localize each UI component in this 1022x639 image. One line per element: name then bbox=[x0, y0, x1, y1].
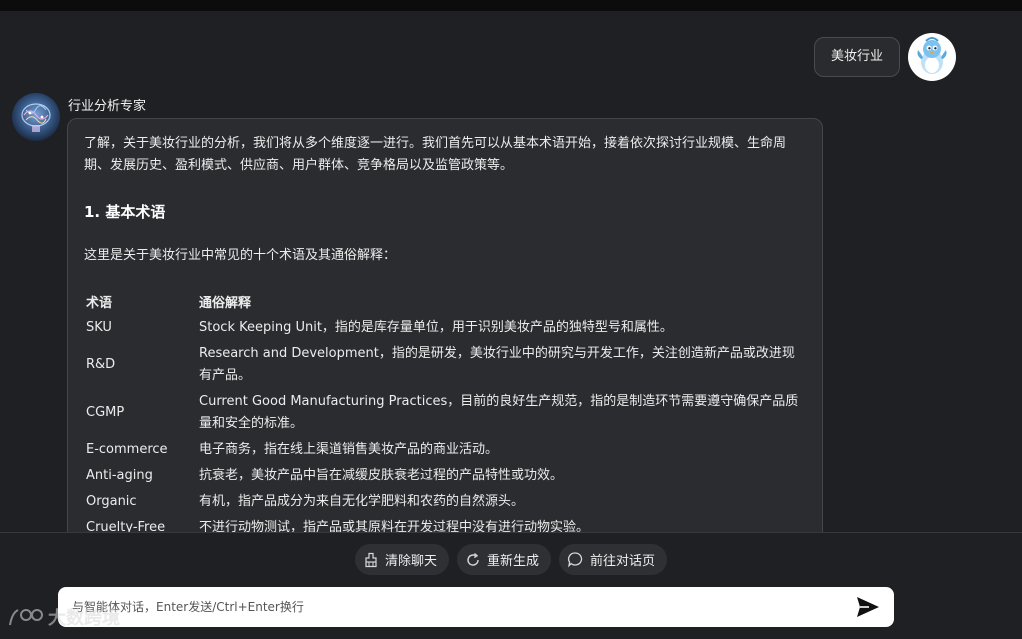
bird-mascot-icon bbox=[917, 37, 947, 74]
term-cell: Cruelty-Free bbox=[86, 520, 166, 532]
assistant-avatar[interactable] bbox=[12, 93, 60, 141]
send-button[interactable] bbox=[854, 593, 882, 621]
term-cell: E-commerce bbox=[86, 442, 168, 457]
assistant-name: 行业分析专家 bbox=[68, 99, 147, 114]
term-cell: CGMP bbox=[86, 405, 125, 420]
term-cell: Anti-aging bbox=[86, 468, 153, 483]
section-title: 1. 基本术语 bbox=[84, 203, 166, 221]
table-row: SKU Stock Keeping Unit，指的是库存量单位，用于识别美妆产品… bbox=[84, 315, 808, 341]
goto-chat-page-label: 前往对话页 bbox=[590, 554, 656, 569]
regenerate-button[interactable]: 重新生成 bbox=[456, 544, 551, 575]
user-message-row: 美妆行业 bbox=[813, 33, 956, 81]
top-bar bbox=[0, 0, 1022, 11]
assistant-message-bubble: 了解，关于美妆行业的分析，我们将从多个维度逐一进行。我们首先可以从基本术语开始，… bbox=[67, 118, 823, 532]
explanation-cell: Current Good Manufacturing Practices，目前的… bbox=[199, 394, 799, 431]
section-description: 这里是关于美妆行业中常见的十个术语及其通俗解释： bbox=[84, 248, 397, 263]
watermark-text: 大数跨境 bbox=[48, 608, 120, 629]
explanation-cell: 抗衰老，美妆产品中旨在减缓皮肤衰老过程的产品特性或功效。 bbox=[199, 468, 564, 483]
table-row: E-commerce 电子商务，指在线上渠道销售美妆产品的商业活动。 bbox=[84, 437, 808, 463]
broom-icon bbox=[365, 552, 377, 567]
input-divider bbox=[0, 532, 1022, 533]
clear-chat-label: 清除聊天 bbox=[384, 554, 437, 569]
user-message-bubble: 美妆行业 bbox=[813, 37, 900, 77]
message-input[interactable] bbox=[72, 600, 854, 614]
chat-bubble-icon bbox=[567, 552, 583, 568]
brain-icon bbox=[21, 103, 51, 132]
term-cell: R&D bbox=[86, 357, 116, 372]
message-input-box[interactable] bbox=[58, 587, 894, 627]
explanation-cell: 不进行动物测试，指产品或其原料在开发过程中没有进行动物实验。 bbox=[199, 520, 590, 532]
watermark-logo-icon bbox=[9, 609, 43, 626]
terms-table: 术语 通俗解释 SKU Stock Keeping Unit，指的是库存量单位，… bbox=[84, 289, 808, 532]
table-header-explanation: 通俗解释 bbox=[199, 296, 252, 311]
refresh-icon bbox=[467, 552, 479, 566]
table-row: Anti-aging 抗衰老，美妆产品中旨在减缓皮肤衰老过程的产品特性或功效。 bbox=[84, 463, 808, 489]
goto-chat-page-button[interactable]: 前往对话页 bbox=[559, 544, 668, 575]
action-bar: 清除聊天 重新生成 前往对话页 bbox=[0, 544, 1022, 575]
assistant-intro-text: 了解，关于美妆行业的分析，我们将从多个维度逐一进行。我们首先可以从基本术语开始，… bbox=[84, 136, 787, 173]
explanation-cell: Stock Keeping Unit，指的是库存量单位，用于识别美妆产品的独特型… bbox=[199, 320, 673, 335]
table-row: CGMP Current Good Manufacturing Practice… bbox=[84, 389, 808, 437]
send-icon bbox=[857, 597, 879, 617]
table-row: Organic 有机，指产品成分为来自无化学肥料和农药的自然源头。 bbox=[84, 489, 808, 515]
explanation-cell: 有机，指产品成分为来自无化学肥料和农药的自然源头。 bbox=[199, 494, 525, 509]
clear-chat-button[interactable]: 清除聊天 bbox=[354, 544, 449, 575]
table-row: Cruelty-Free 不进行动物测试，指产品或其原料在开发过程中没有进行动物… bbox=[84, 515, 808, 532]
user-avatar[interactable] bbox=[908, 33, 956, 81]
term-cell: Organic bbox=[86, 494, 137, 509]
explanation-cell: Research and Development，指的是研发，美妆行业中的研究与… bbox=[199, 346, 795, 383]
table-row: R&D Research and Development，指的是研发，美妆行业中… bbox=[84, 341, 808, 389]
chat-area[interactable]: 美妆行业 行业分析专家 了解，关于美妆行业的分析，我们将从多个维度逐一进行。我们… bbox=[0, 11, 1022, 532]
explanation-cell: 电子商务，指在线上渠道销售美妆产品的商业活动。 bbox=[199, 442, 499, 457]
regenerate-label: 重新生成 bbox=[486, 554, 539, 569]
table-header-row: 术语 通俗解释 bbox=[84, 289, 808, 315]
table-header-term: 术语 bbox=[86, 296, 113, 311]
term-cell: SKU bbox=[86, 320, 112, 335]
watermark: 大数跨境 bbox=[8, 604, 120, 630]
